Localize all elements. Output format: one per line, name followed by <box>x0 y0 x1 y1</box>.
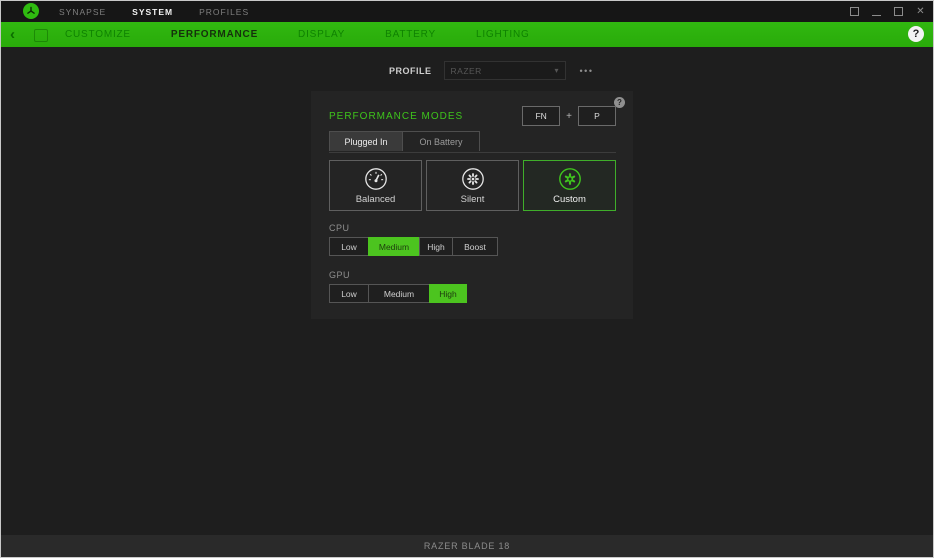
profile-row: PROFILE RAZER ▾ ••• <box>389 61 593 80</box>
back-chevron-icon[interactable]: ‹ <box>10 22 15 47</box>
fn-key[interactable]: FN <box>522 106 561 126</box>
fan-icon <box>461 168 484 190</box>
profile-menu-button[interactable]: ••• <box>580 66 594 76</box>
menu-system[interactable]: SYSTEM <box>132 7 173 17</box>
help-button[interactable]: ? <box>908 26 924 42</box>
panel-header: PERFORMANCE MODES FN + P <box>329 105 616 127</box>
mode-card-custom[interactable]: Custom <box>523 160 616 211</box>
top-menu: SYNAPSE SYSTEM PROFILES <box>59 1 249 22</box>
mode-cards: Balanced Silent Custom <box>329 160 616 211</box>
menu-profiles[interactable]: PROFILES <box>199 7 249 17</box>
gpu-label: GPU <box>329 270 351 280</box>
synapse-window: SYNAPSE SYSTEM PROFILES ✕ ‹ CUSTOMIZE PE… <box>0 0 934 558</box>
menu-synapse[interactable]: SYNAPSE <box>59 7 106 17</box>
mode-label: Balanced <box>355 194 396 205</box>
cpu-high-button[interactable]: High <box>419 237 453 256</box>
power-tabs: Plugged In On Battery <box>329 131 616 153</box>
gpu-low-button[interactable]: Low <box>329 284 369 303</box>
panel-title: PERFORMANCE MODES <box>329 110 464 122</box>
cpu-segmented-control: Low Medium High Boost <box>329 237 498 256</box>
profile-label: PROFILE <box>389 65 432 76</box>
shortcut-keys: FN + P <box>522 106 616 126</box>
tab-battery[interactable]: BATTERY <box>385 29 436 40</box>
nav-tabs: CUSTOMIZE PERFORMANCE DISPLAY BATTERY LI… <box>65 22 530 47</box>
close-icon[interactable]: ✕ <box>916 7 925 17</box>
tab-lighting[interactable]: LIGHTING <box>476 29 530 40</box>
maximize-icon[interactable] <box>894 7 903 16</box>
gauge-icon <box>364 168 387 190</box>
tab-on-battery[interactable]: On Battery <box>402 131 480 151</box>
tab-plugged-in[interactable]: Plugged In <box>329 131 403 151</box>
razer-logo-icon[interactable] <box>23 3 39 19</box>
settings-icon[interactable] <box>850 7 859 16</box>
tab-performance[interactable]: PERFORMANCE <box>171 29 258 40</box>
p-key[interactable]: P <box>578 106 616 126</box>
navbar: ‹ CUSTOMIZE PERFORMANCE DISPLAY BATTERY … <box>1 22 933 47</box>
minimize-icon[interactable] <box>872 14 881 16</box>
profile-value: RAZER <box>450 65 482 76</box>
device-name: RAZER BLADE 18 <box>423 541 511 551</box>
mode-label: Custom <box>553 194 586 205</box>
tab-customize[interactable]: CUSTOMIZE <box>65 29 131 40</box>
tab-display[interactable]: DISPLAY <box>298 29 345 40</box>
mode-card-balanced[interactable]: Balanced <box>329 160 422 211</box>
cpu-low-button[interactable]: Low <box>329 237 369 256</box>
cpu-boost-button[interactable]: Boost <box>452 237 498 256</box>
mode-card-silent[interactable]: Silent <box>426 160 519 211</box>
gpu-segmented-control: Low Medium High <box>329 284 467 303</box>
cpu-label: CPU <box>329 223 350 233</box>
cpu-medium-button[interactable]: Medium <box>368 237 420 256</box>
chevron-down-icon: ▾ <box>554 66 559 75</box>
gpu-medium-button[interactable]: Medium <box>368 284 430 303</box>
plus-sign: + <box>566 110 572 122</box>
mode-label: Silent <box>460 194 485 205</box>
performance-modes-panel: ? PERFORMANCE MODES FN + P Plugged In On… <box>311 91 633 319</box>
gpu-high-button[interactable]: High <box>429 284 467 303</box>
window-controls: ✕ <box>850 1 925 22</box>
titlebar: SYNAPSE SYSTEM PROFILES ✕ <box>1 1 933 22</box>
gear-icon <box>558 168 581 190</box>
statusbar: RAZER BLADE 18 <box>1 535 933 557</box>
device-icon[interactable] <box>34 29 48 42</box>
content-area: PROFILE RAZER ▾ ••• ? PERFORMANCE MODES … <box>1 47 933 537</box>
profile-dropdown[interactable]: RAZER ▾ <box>443 61 566 80</box>
